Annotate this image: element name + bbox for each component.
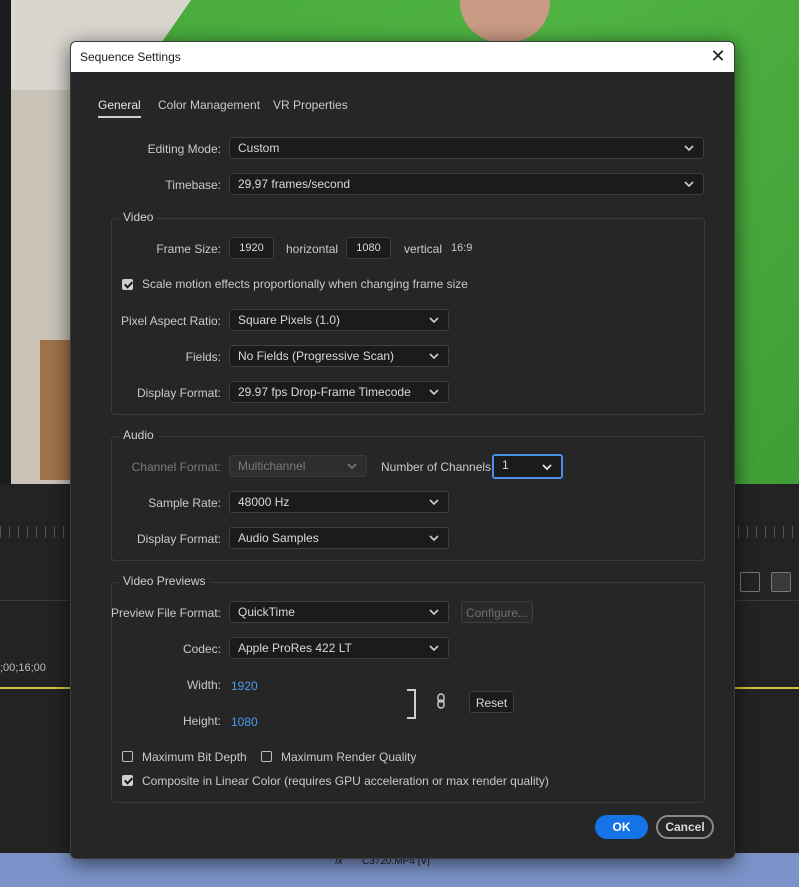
preview-file-format-label: Preview File Format: <box>110 606 221 620</box>
preview-width-value[interactable]: 1920 <box>231 679 258 693</box>
aspect-ratio-value: 16:9 <box>451 242 473 254</box>
codec-value: Apple ProRes 422 LT <box>238 641 352 655</box>
cancel-button[interactable]: Cancel <box>656 815 714 839</box>
chevron-down-icon <box>429 645 439 652</box>
configure-button: Configure... <box>461 601 533 623</box>
preview-file-format-select[interactable]: QuickTime <box>229 601 449 623</box>
pixel-aspect-label: Pixel Aspect Ratio: <box>120 314 221 328</box>
tab-general[interactable]: General <box>98 98 141 118</box>
audio-group-title: Audio <box>119 428 158 442</box>
ok-button[interactable]: OK <box>595 815 648 839</box>
vertical-label: vertical <box>404 242 443 256</box>
chevron-down-icon <box>542 464 552 471</box>
editing-mode-value: Custom <box>238 141 280 155</box>
tab-vr-properties[interactable]: VR Properties <box>273 98 348 112</box>
max-bit-depth-checkbox[interactable] <box>122 751 133 762</box>
codec-select[interactable]: Apple ProRes 422 LT <box>229 637 449 659</box>
dialog-title: Sequence Settings <box>80 50 181 64</box>
preview-file-format-value: QuickTime <box>238 605 295 619</box>
num-channels-value: 1 <box>502 458 509 472</box>
video-display-format-value: 29.97 fps Drop-Frame Timecode <box>238 385 411 399</box>
linear-color-checkbox[interactable] <box>122 775 133 786</box>
max-render-quality-checkbox[interactable] <box>261 751 272 762</box>
dialog-titlebar: Sequence Settings ✕ <box>71 42 734 72</box>
chevron-down-icon <box>429 317 439 324</box>
editing-mode-label: Editing Mode: <box>147 142 221 156</box>
video-display-format-select[interactable]: 29.97 fps Drop-Frame Timecode <box>229 381 449 403</box>
channel-format-label: Channel Format: <box>131 460 221 474</box>
timebase-value: 29,97 frames/second <box>238 177 351 191</box>
chevron-down-icon <box>684 145 694 152</box>
timebase-label: Timebase: <box>165 178 221 192</box>
sample-rate-value: 48000 Hz <box>238 495 290 509</box>
frame-height-input[interactable]: 1080 <box>346 237 391 259</box>
timeline-settings-icon[interactable] <box>740 572 760 592</box>
preview-height-label: Height: <box>182 714 221 728</box>
audio-display-format-select[interactable]: Audio Samples <box>229 527 449 549</box>
channel-format-select: Multichannel <box>229 455 367 477</box>
fields-select[interactable]: No Fields (Progressive Scan) <box>229 345 449 367</box>
num-channels-select[interactable]: 1 <box>492 454 563 479</box>
chevron-down-icon <box>429 609 439 616</box>
close-icon[interactable]: ✕ <box>708 46 728 66</box>
audio-display-format-label: Display Format: <box>136 532 221 546</box>
audio-display-format-value: Audio Samples <box>238 531 319 545</box>
preview-width-label: Width: <box>186 678 221 692</box>
video-previews-group-title: Video Previews <box>119 574 210 588</box>
sequence-settings-dialog: Sequence Settings ✕ General Color Manage… <box>70 41 735 859</box>
num-channels-label: Number of Channels: <box>381 460 495 474</box>
chevron-down-icon <box>347 463 357 470</box>
video-display-format-label: Display Format: <box>136 386 221 400</box>
preview-height-value[interactable]: 1080 <box>231 715 258 729</box>
tab-color-management[interactable]: Color Management <box>158 98 260 112</box>
editing-mode-select[interactable]: Custom <box>229 137 704 159</box>
sample-rate-select[interactable]: 48000 Hz <box>229 491 449 513</box>
pixel-aspect-select[interactable]: Square Pixels (1.0) <box>229 309 449 331</box>
chain-link-icon[interactable] <box>435 693 447 709</box>
fields-value: No Fields (Progressive Scan) <box>238 349 395 363</box>
scale-motion-label: Scale motion effects proportionally when… <box>142 277 468 291</box>
frame-size-label: Frame Size: <box>156 242 221 256</box>
timeline-snap-icon[interactable] <box>771 572 791 592</box>
fields-label: Fields: <box>185 350 221 364</box>
pixel-aspect-value: Square Pixels (1.0) <box>238 313 341 327</box>
chevron-down-icon <box>429 353 439 360</box>
link-bracket <box>407 689 416 719</box>
max-render-quality-label: Maximum Render Quality <box>281 750 417 764</box>
horizontal-label: horizontal <box>286 242 339 256</box>
scale-motion-checkbox[interactable] <box>122 279 133 290</box>
codec-label: Codec: <box>182 642 221 656</box>
chevron-down-icon <box>429 535 439 542</box>
frame-width-input[interactable]: 1920 <box>229 237 274 259</box>
chevron-down-icon <box>684 181 694 188</box>
video-group-title: Video <box>119 210 158 224</box>
channel-format-value: Multichannel <box>238 459 306 473</box>
linear-color-label: Composite in Linear Color (requires GPU … <box>142 774 549 788</box>
reset-button[interactable]: Reset <box>469 691 514 713</box>
chevron-down-icon <box>429 499 439 506</box>
chevron-down-icon <box>429 389 439 396</box>
wooden-panel <box>40 340 70 480</box>
timebase-select[interactable]: 29,97 frames/second <box>229 173 704 195</box>
max-bit-depth-label: Maximum Bit Depth <box>142 750 247 764</box>
timeline-timecode: ;00;16;00 <box>0 662 46 674</box>
sample-rate-label: Sample Rate: <box>148 496 221 510</box>
